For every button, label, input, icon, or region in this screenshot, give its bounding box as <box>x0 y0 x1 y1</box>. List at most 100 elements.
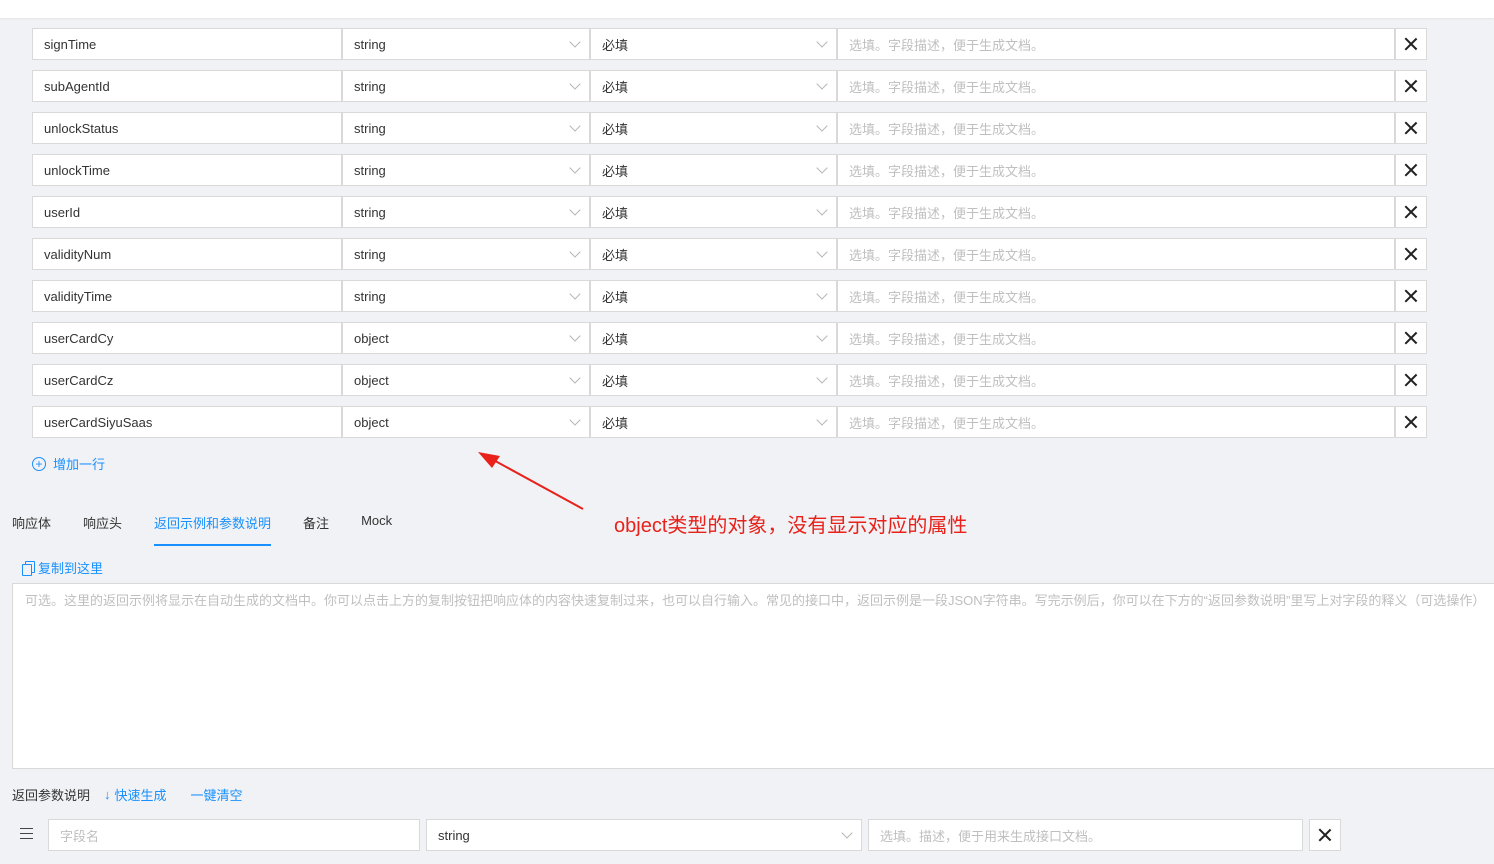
return-params-label: 返回参数说明 <box>12 788 91 803</box>
delete-field-button[interactable] <box>1309 819 1341 851</box>
param-required-select[interactable]: 必填 <box>590 322 837 354</box>
delete-row-button[interactable] <box>1395 154 1427 186</box>
delete-row-button[interactable] <box>1395 70 1427 102</box>
tab-1[interactable]: 响应头 <box>83 508 122 546</box>
delete-row-button[interactable] <box>1395 364 1427 396</box>
param-required-select[interactable]: 必填 <box>590 112 837 144</box>
param-required-select[interactable]: 必填 <box>590 280 837 312</box>
delete-row-button[interactable] <box>1395 238 1427 270</box>
param-desc-placeholder: 选填。字段描述，便于生成文档。 <box>849 373 1045 389</box>
quick-generate-button[interactable]: ↓ 快速生成 <box>104 785 167 804</box>
chevron-down-icon <box>569 414 581 426</box>
param-desc-input[interactable]: 选填。字段描述，便于生成文档。 <box>837 70 1395 102</box>
tab-0[interactable]: 响应体 <box>12 508 51 546</box>
param-desc-placeholder: 选填。字段描述，便于生成文档。 <box>849 247 1045 263</box>
field-desc-input[interactable]: 选填。描述，便于用来生成接口文档。 <box>868 819 1303 851</box>
param-desc-placeholder: 选填。字段描述，便于生成文档。 <box>849 415 1045 431</box>
param-desc-input[interactable]: 选填。字段描述，便于生成文档。 <box>837 28 1395 60</box>
param-type-select[interactable]: string <box>342 280 590 312</box>
param-type-select[interactable]: string <box>342 112 590 144</box>
return-param-row: 字段名 string 选填。描述，便于用来生成接口文档。 <box>0 819 1494 851</box>
param-name-input[interactable]: unlockTime <box>32 154 342 186</box>
param-type-select[interactable]: string <box>342 70 590 102</box>
param-desc-input[interactable]: 选填。字段描述，便于生成文档。 <box>837 112 1395 144</box>
tab-2[interactable]: 返回示例和参数说明 <box>154 508 272 546</box>
param-name-value: userCardSiyuSaas <box>44 414 153 430</box>
return-example-placeholder: 可选。这里的返回示例将显示在自动生成的文档中。你可以点击上方的复制按钮把响应体的… <box>25 593 1486 608</box>
param-required-select[interactable]: 必填 <box>590 28 837 60</box>
clear-all-button[interactable]: 一键清空 <box>191 785 243 804</box>
tab-4[interactable]: Mock <box>361 508 392 546</box>
param-type-value: object <box>354 372 389 388</box>
param-name-value: unlockStatus <box>44 120 119 136</box>
delete-row-button[interactable] <box>1395 196 1427 228</box>
response-tabs: 响应体 响应头 返回示例和参数说明 备注 Mock <box>12 508 392 546</box>
chevron-down-icon <box>569 204 581 216</box>
param-desc-input[interactable]: 选填。字段描述，便于生成文档。 <box>837 154 1395 186</box>
plus-circle-icon: + <box>32 456 46 471</box>
param-desc-input[interactable]: 选填。字段描述，便于生成文档。 <box>837 238 1395 270</box>
param-type-select[interactable]: object <box>342 322 590 354</box>
chevron-down-icon <box>816 36 828 48</box>
delete-row-button[interactable] <box>1395 406 1427 438</box>
chevron-down-icon <box>569 78 581 90</box>
param-name-input[interactable]: signTime <box>32 28 342 60</box>
param-name-input[interactable]: userCardSiyuSaas <box>32 406 342 438</box>
param-desc-placeholder: 选填。字段描述，便于生成文档。 <box>849 79 1045 95</box>
param-desc-input[interactable]: 选填。字段描述，便于生成文档。 <box>837 322 1395 354</box>
param-desc-input[interactable]: 选填。字段描述，便于生成文档。 <box>837 196 1395 228</box>
param-required-select[interactable]: 必填 <box>590 364 837 396</box>
param-row: unlockStatus string 必填 选填。字段描述，便于生成文档。 <box>32 112 1427 144</box>
param-type-value: string <box>354 120 386 136</box>
param-required-select[interactable]: 必填 <box>590 238 837 270</box>
param-required-value: 必填 <box>602 37 629 53</box>
red-arrow-annotation <box>478 452 584 510</box>
param-name-input[interactable]: validityNum <box>32 238 342 270</box>
copy-here-button[interactable]: 复制到这里 <box>22 558 103 577</box>
param-required-select[interactable]: 必填 <box>590 154 837 186</box>
param-type-select[interactable]: string <box>342 238 590 270</box>
field-name-input[interactable]: 字段名 <box>48 819 420 851</box>
param-name-input[interactable]: userCardCz <box>32 364 342 396</box>
close-icon <box>1405 416 1417 428</box>
chevron-down-icon <box>569 120 581 132</box>
param-name-input[interactable]: subAgentId <box>32 70 342 102</box>
param-desc-input[interactable]: 选填。字段描述，便于生成文档。 <box>837 280 1395 312</box>
param-required-select[interactable]: 必填 <box>590 406 837 438</box>
chevron-down-icon <box>569 36 581 48</box>
param-name-value: validityTime <box>44 288 113 304</box>
param-desc-placeholder: 选填。字段描述，便于生成文档。 <box>849 331 1045 347</box>
chevron-down-icon <box>816 288 828 300</box>
close-icon <box>1405 332 1417 344</box>
param-desc-input[interactable]: 选填。字段描述，便于生成文档。 <box>837 406 1395 438</box>
param-name-input[interactable]: userCardCy <box>32 322 342 354</box>
delete-row-button[interactable] <box>1395 322 1427 354</box>
param-type-select[interactable]: string <box>342 28 590 60</box>
delete-row-button[interactable] <box>1395 28 1427 60</box>
param-name-input[interactable]: userId <box>32 196 342 228</box>
param-type-select[interactable]: string <box>342 154 590 186</box>
close-icon <box>1405 290 1417 302</box>
param-name-input[interactable]: validityTime <box>32 280 342 312</box>
param-required-select[interactable]: 必填 <box>590 70 837 102</box>
drag-handle-icon[interactable] <box>20 828 33 839</box>
return-example-textarea[interactable]: 可选。这里的返回示例将显示在自动生成的文档中。你可以点击上方的复制按钮把响应体的… <box>12 583 1494 769</box>
param-desc-input[interactable]: 选填。字段描述，便于生成文档。 <box>837 364 1395 396</box>
param-type-select[interactable]: string <box>342 196 590 228</box>
param-required-select[interactable]: 必填 <box>590 196 837 228</box>
param-type-value: string <box>354 288 386 304</box>
param-type-select[interactable]: object <box>342 406 590 438</box>
delete-row-button[interactable] <box>1395 112 1427 144</box>
close-icon <box>1405 38 1417 50</box>
param-row: userId string 必填 选填。字段描述，便于生成文档。 <box>32 196 1427 228</box>
tab-3[interactable]: 备注 <box>303 508 329 546</box>
chevron-down-icon <box>569 246 581 258</box>
add-row-button[interactable]: + 增加一行 <box>32 454 105 473</box>
field-type-select[interactable]: string <box>426 819 862 851</box>
param-name-input[interactable]: unlockStatus <box>32 112 342 144</box>
param-type-select[interactable]: object <box>342 364 590 396</box>
chevron-down-icon <box>816 372 828 384</box>
close-icon <box>1405 80 1417 92</box>
delete-row-button[interactable] <box>1395 280 1427 312</box>
chevron-down-icon <box>816 78 828 90</box>
